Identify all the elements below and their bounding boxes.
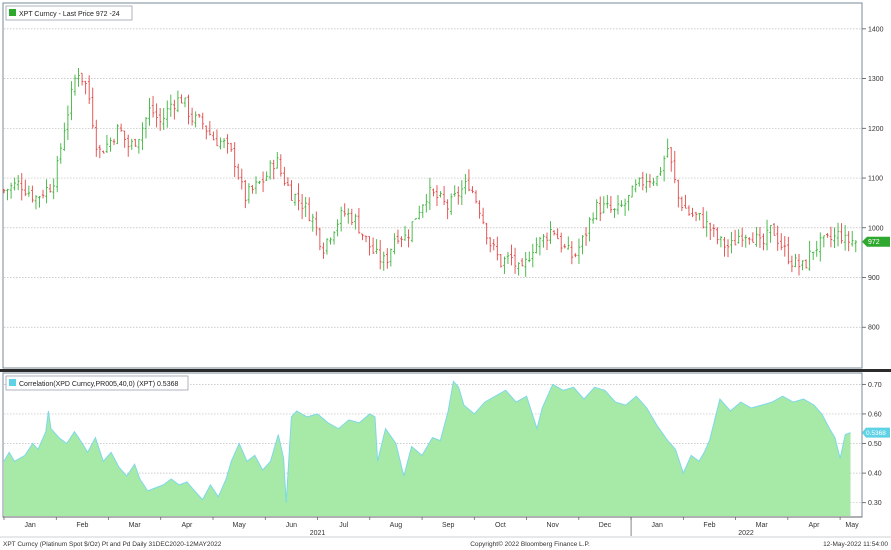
footer-copyright: Copyright© 2022 Bloomberg Finance L.P. [470,540,590,548]
correlation-legend-label: Correlation(XPD Curncy,PR005,40,0) (XPT)… [19,381,178,388]
x-axis-month-label: May [845,522,859,529]
price-legend: XPT Curncy - Last Price 972 -24 [5,5,133,21]
x-axis-month-label: Mar [129,522,142,529]
x-axis-month-label: Mar [756,522,769,529]
x-axis-month-label: May [233,522,247,529]
panel-separator [0,369,891,372]
x-axis-month-label: Apr [181,522,193,529]
correlation-y-tick-label: 0.60 [868,411,882,418]
price-legend-swatch [9,9,16,16]
x-axis-month-label: Apr [809,522,821,529]
correlation-y-tick-label: 0.50 [868,441,882,448]
bloomberg-chart-window: 800 900 1000 1100 1200 1300 1400 XPT Curncy - … [0,0,891,550]
correlation-legend-swatch [9,379,16,386]
price-y-tick-label: 1200 [868,126,884,133]
x-axis-month-label: Nov [546,522,559,529]
x-axis-month-label: Jan [652,522,663,529]
correlation-y-tick-label: 0.70 [868,382,882,389]
footer-timestamp: 12-May-2022 11:54:00 [823,541,888,548]
x-axis-month-label: Oct [495,522,506,529]
footer-left-text: XPT Curncy (Platinum Spot $/Oz) Pt and P… [3,541,222,548]
price-legend-label: XPT Curncy - Last Price 972 -24 [19,11,120,18]
x-axis-month-label: Feb [703,522,715,529]
correlation-last-value: 0.5368 [866,430,886,437]
x-axis-year-label: 2021 [310,530,326,537]
correlation-y-tick-label: 0.40 [868,471,882,478]
x-axis-month-label: Feb [76,522,88,529]
price-panel: 800 900 1000 1100 1200 1300 1400 XPT Curncy - … [2,2,890,369]
x-axis-month-label: Jan [24,522,35,529]
correlation-legend: Correlation(XPD Curncy,PR005,40,0) (XPT)… [5,375,189,391]
price-y-tick-label: 900 [868,275,880,282]
correlation-last-tag: 0.5368 [862,427,890,438]
price-y-tick-label: 1400 [868,26,884,33]
x-axis-month-label: Jul [339,522,348,529]
price-y-tick-label: 1000 [868,225,884,232]
x-axis-month-label: Aug [390,522,403,529]
price-y-tick-label: 1100 [868,176,883,183]
correlation-y-tick-label: 0.30 [868,500,882,507]
x-axis-year-label: 2022 [738,530,754,537]
last-price-tag: 972 [862,236,890,247]
correlation-panel: 0.30 0.40 0.50 0.60 0.70 Correlation(XPD Cur… [2,372,890,518]
price-plot-area [2,2,863,369]
x-axis-month-label: Jun [286,522,297,529]
x-axis-month-label: Sep [442,522,455,529]
x-axis-month-label: Dec [599,522,612,529]
price-y-tick-label: 800 [868,325,880,332]
price-y-tick-label: 1300 [868,76,884,83]
last-price-value: 972 [868,239,880,246]
